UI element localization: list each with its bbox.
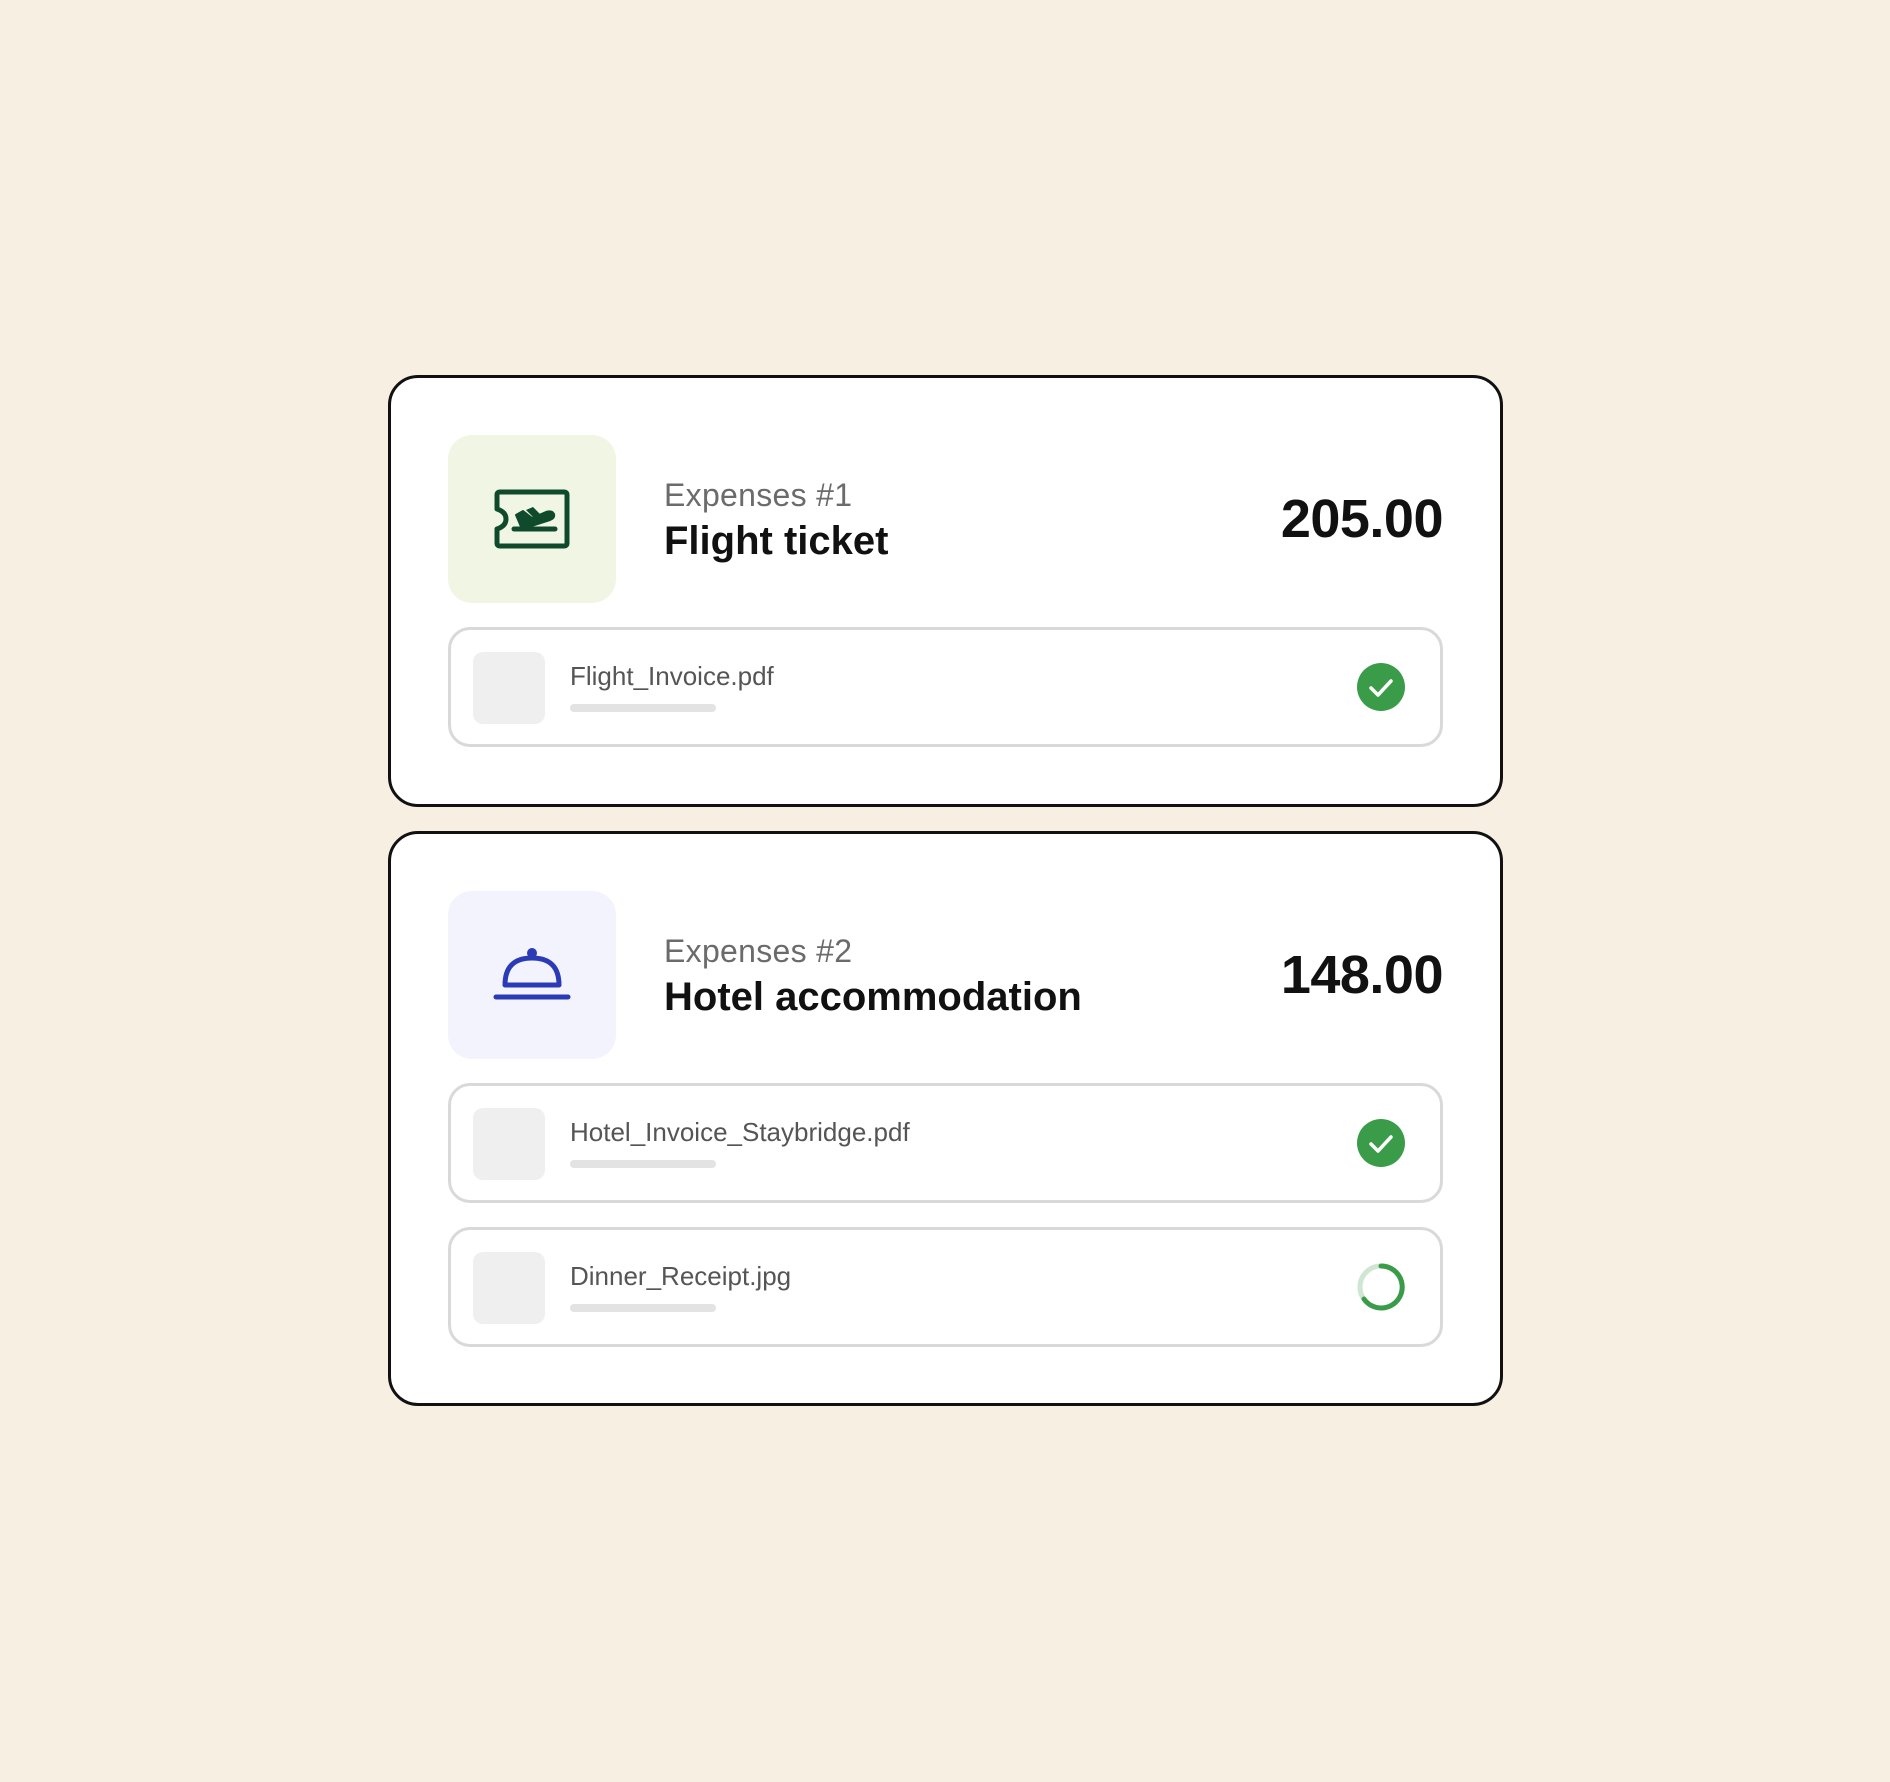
expense-amount: 205.00 xyxy=(1280,489,1444,549)
file-name: Hotel_Invoice_Staybridge.pdf xyxy=(570,1117,910,1147)
category-tile-hotel xyxy=(448,891,616,1059)
plane-ticket-icon xyxy=(492,487,572,551)
attachment-row[interactable]: Hotel_Invoice_Staybridge.pdf xyxy=(448,1083,1443,1203)
expense-number: Expenses #2 xyxy=(664,933,853,969)
expense-card-flight[interactable]: Expenses #1 Flight ticket 205.00 Flight_… xyxy=(388,375,1503,807)
expense-card-hotel[interactable]: Expenses #2 Hotel accommodation 148.00 H… xyxy=(388,831,1503,1406)
attachment-row[interactable]: Dinner_Receipt.jpg xyxy=(448,1227,1443,1347)
file-thumbnail xyxy=(473,652,545,724)
expense-heading: Expenses #2 Hotel accommodation xyxy=(664,931,1082,1021)
upload-complete-icon xyxy=(1356,662,1406,712)
expense-title: Hotel accommodation xyxy=(664,975,1082,1019)
file-thumbnail xyxy=(473,1252,545,1324)
file-progress-bar xyxy=(570,1160,716,1168)
file-name: Dinner_Receipt.jpg xyxy=(570,1261,792,1291)
file-name: Flight_Invoice.pdf xyxy=(570,661,774,691)
file-progress-bar xyxy=(570,704,716,712)
attachment-row[interactable]: Flight_Invoice.pdf xyxy=(448,627,1443,747)
expense-number: Expenses #1 xyxy=(664,477,853,513)
expense-heading: Expenses #1 Flight ticket xyxy=(664,475,888,565)
expense-title: Flight ticket xyxy=(664,519,889,563)
file-progress-bar xyxy=(570,1304,716,1312)
file-thumbnail xyxy=(473,1108,545,1180)
upload-complete-icon xyxy=(1356,1118,1406,1168)
expense-amount: 148.00 xyxy=(1280,945,1444,1005)
cloche-icon xyxy=(492,943,572,1007)
category-tile-flight xyxy=(448,435,616,603)
expense-card-header: Expenses #2 Hotel accommodation 148.00 xyxy=(448,891,1444,1059)
expense-card-header: Expenses #1 Flight ticket 205.00 xyxy=(448,435,1444,603)
loading-spinner-icon xyxy=(1356,1262,1406,1312)
